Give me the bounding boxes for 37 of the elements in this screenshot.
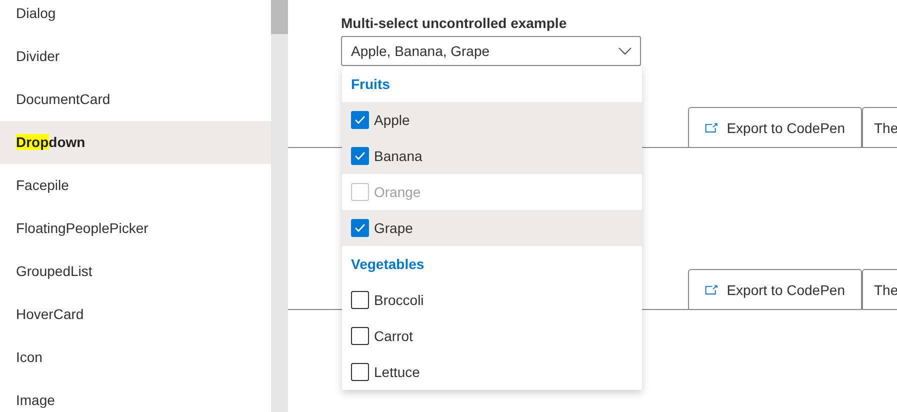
nav-item[interactable]: Icon xyxy=(0,336,271,379)
nav-item[interactable]: Divider xyxy=(0,35,271,78)
chevron-down-icon xyxy=(618,47,632,55)
checkbox[interactable] xyxy=(351,147,369,165)
dropdown-option[interactable]: Apple xyxy=(342,102,642,138)
nav-item[interactable]: GroupedList xyxy=(0,250,271,293)
dropdown-option[interactable]: Broccoli xyxy=(342,282,642,318)
export-icon xyxy=(705,122,718,134)
nav-item[interactable]: Dialog xyxy=(0,0,271,35)
dropdown-value: Apple, Banana, Grape xyxy=(351,43,490,59)
nav-item[interactable]: Facepile xyxy=(0,164,271,207)
dropdown-option[interactable]: Carrot xyxy=(342,318,642,354)
checkbox[interactable] xyxy=(351,327,369,345)
group-header: Vegetables xyxy=(350,255,426,274)
scrollbar[interactable] xyxy=(271,0,288,412)
toolbar-button[interactable]: Export to CodePen xyxy=(688,107,862,147)
nav-item[interactable]: HoverCard xyxy=(0,293,271,336)
nav-item[interactable]: DocumentCard xyxy=(0,78,271,121)
check-icon xyxy=(354,115,366,125)
checkbox[interactable] xyxy=(351,291,369,309)
scrollbar-thumb[interactable] xyxy=(271,0,288,34)
checkbox[interactable] xyxy=(351,111,369,129)
dropdown-option[interactable]: Banana xyxy=(342,138,642,174)
nav-item[interactable]: Dropdown xyxy=(0,121,271,164)
dropdown-option[interactable]: Grape xyxy=(342,210,642,246)
nav-item[interactable]: Image xyxy=(0,379,271,412)
check-icon xyxy=(354,151,366,161)
check-icon xyxy=(354,223,366,233)
group-header: Fruits xyxy=(350,75,391,94)
checkbox[interactable] xyxy=(351,219,369,237)
export-icon xyxy=(705,284,718,296)
checkbox[interactable] xyxy=(351,363,369,381)
toolbar-button[interactable]: Export to CodePen xyxy=(688,269,862,309)
dropdown-option[interactable]: Lettuce xyxy=(342,354,642,390)
dropdown-label: Multi-select uncontrolled example xyxy=(341,14,568,33)
nav-item[interactable]: FloatingPeoplePicker xyxy=(0,207,271,250)
dropdown-field[interactable]: Apple, Banana, Grape xyxy=(341,36,641,66)
